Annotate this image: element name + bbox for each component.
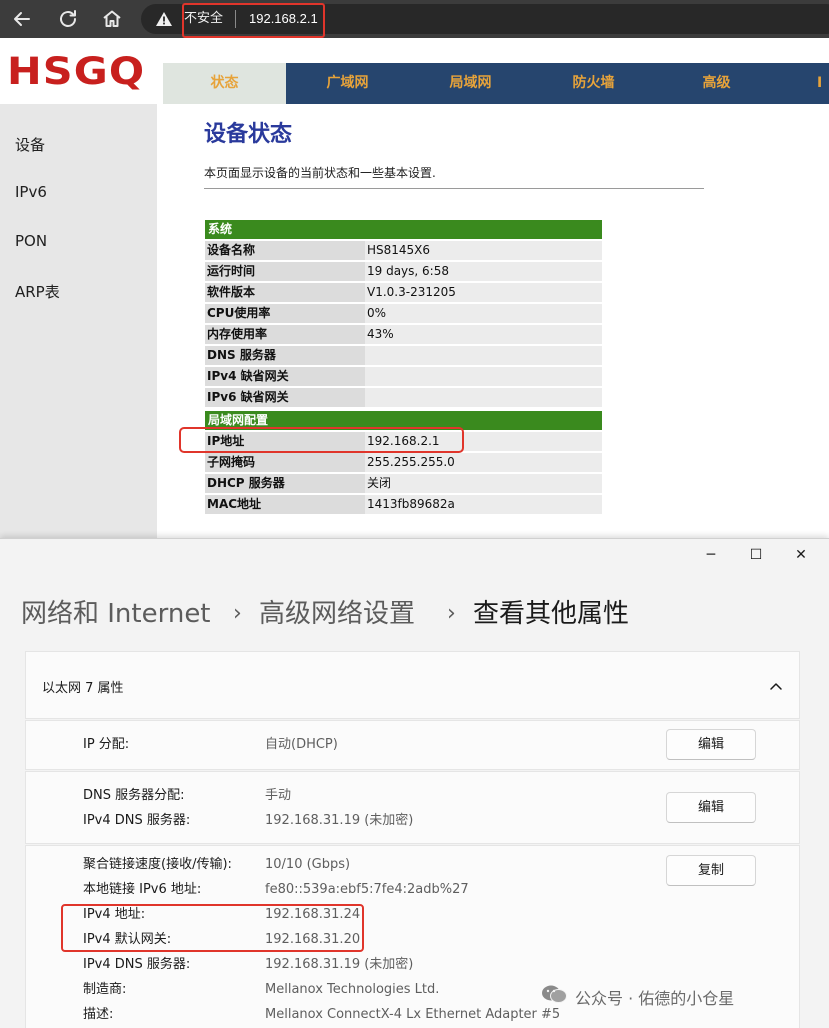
row-value: 43% — [365, 325, 602, 344]
manufacturer-label: 制造商: — [83, 982, 127, 997]
edit-ip-button[interactable]: 编辑 — [666, 729, 756, 760]
breadcrumb-network[interactable]: 网络和 Internet — [21, 597, 211, 631]
row-key: MAC地址 — [207, 497, 262, 511]
sidebar-item-device[interactable]: 设备 — [15, 134, 45, 155]
divider — [204, 188, 704, 189]
row-key: CPU使用率 — [207, 306, 271, 320]
ipv6-link-local-label: 本地链接 IPv6 地址: — [83, 882, 202, 897]
row-value: 255.255.255.0 — [365, 453, 602, 472]
warning-triangle-icon[interactable] — [155, 10, 173, 28]
table-row: 子网掩码 255.255.255.0 — [205, 453, 602, 472]
row-key: DNS 服务器 — [207, 348, 276, 362]
tab-wan[interactable]: 广域网 — [286, 63, 409, 104]
row-key: IPv4 缺省网关 — [207, 369, 289, 383]
ipv4-dns-label: IPv4 DNS 服务器: — [83, 813, 191, 828]
breadcrumb-separator: › — [447, 601, 456, 626]
dns-assignment-label: DNS 服务器分配: — [83, 788, 185, 803]
tab-lan[interactable]: 局域网 — [409, 63, 532, 104]
row-value: 0% — [365, 304, 602, 323]
row-key: 子网掩码 — [207, 455, 256, 469]
link-speed-label: 聚合链接速度(接收/传输): — [83, 857, 232, 872]
table-row: CPU使用率 0% — [205, 304, 602, 323]
sidebar-item-arp[interactable]: ARP表 — [15, 281, 60, 302]
tab-advanced[interactable]: 高级 — [655, 63, 778, 104]
table-row: MAC地址 1413fb89682a — [205, 495, 602, 514]
row-key: 设备名称 — [207, 243, 256, 257]
reload-button[interactable] — [56, 7, 80, 31]
sidebar-item-ipv6[interactable]: IPv6 — [15, 183, 47, 201]
row-key: 内存使用率 — [207, 327, 268, 341]
watermark-text: 公众号 · 佑德的小仓星 — [575, 989, 735, 1008]
home-icon — [103, 10, 121, 27]
ipv6-link-local-value: fe80::539a:ebf5:7fe4:2adb%27 — [265, 882, 469, 897]
row-value: HS8145X6 — [365, 241, 602, 260]
ip-assignment-value: 自动(DHCP) — [265, 737, 338, 752]
table-row: 设备名称 HS8145X6 — [205, 241, 602, 260]
router-sidebar: 设备 IPv6 PON ARP表 — [0, 104, 157, 538]
home-button[interactable] — [100, 7, 124, 31]
row-value: 关闭 — [365, 474, 602, 493]
logo-area: HSGQ — [0, 38, 163, 104]
url-highlight-box — [182, 3, 325, 38]
description-label: 描述: — [83, 1007, 114, 1022]
row-key: IPv6 缺省网关 — [207, 390, 289, 404]
table-row: DNS 服务器 — [205, 346, 602, 365]
manufacturer-value: Mellanox Technologies Ltd. — [265, 982, 440, 997]
chevron-up-icon[interactable] — [769, 681, 783, 691]
page-title: 设备状态 — [204, 122, 293, 147]
table-row: DHCP 服务器 关闭 — [205, 474, 602, 493]
row-value — [365, 346, 602, 365]
ipv4-dns-value: 192.168.31.19 (未加密) — [265, 957, 414, 972]
copy-button[interactable]: 复制 — [666, 855, 756, 886]
wechat-icon — [542, 985, 567, 1003]
sidebar-item-pon[interactable]: PON — [15, 232, 47, 250]
tab-firewall[interactable]: 防火墙 — [532, 63, 655, 104]
back-button[interactable] — [10, 7, 34, 31]
row-key: DHCP 服务器 — [207, 476, 285, 490]
card-title: 以太网 7 属性 — [42, 681, 124, 696]
row-value: 1413fb89682a — [365, 495, 602, 514]
tab-more[interactable]: I — [817, 63, 829, 104]
maximize-button[interactable]: ☐ — [741, 546, 771, 564]
browser-toolbar: 不安全 192.168.2.1 — [0, 0, 829, 38]
row-key: 运行时间 — [207, 264, 256, 278]
router-status-page: HSGQ 状态 广域网 局域网 防火墙 高级 I 设备 IPv6 PON ARP… — [0, 38, 829, 538]
table-row: 内存使用率 43% — [205, 325, 602, 344]
ipv4-dns-label: IPv4 DNS 服务器: — [83, 957, 191, 972]
breadcrumb-advanced[interactable]: 高级网络设置 — [259, 597, 415, 631]
row-value — [365, 388, 602, 407]
section-header-system: 系统 — [205, 220, 602, 239]
row-value: V1.0.3-231205 — [365, 283, 602, 302]
top-navigation: 状态 广域网 局域网 防火墙 高级 I — [163, 63, 829, 104]
reload-icon — [60, 10, 76, 27]
ip-address-highlight-box — [179, 427, 464, 453]
close-button[interactable]: ✕ — [786, 546, 816, 564]
minimize-button[interactable]: ─ — [696, 546, 726, 564]
link-speed-value: 10/10 (Gbps) — [265, 857, 351, 872]
dns-assignment-value: 手动 — [265, 788, 292, 803]
row-value: 19 days, 6:58 — [365, 262, 602, 281]
brand-logo[interactable]: HSGQ — [7, 50, 145, 93]
ipv4-highlight-box — [61, 904, 364, 952]
edit-dns-button[interactable]: 编辑 — [666, 792, 756, 823]
settings-window: ─ ☐ ✕ 网络和 Internet › 高级网络设置 › 查看其他属性 以太网… — [0, 538, 829, 1028]
breadcrumb-current: 查看其他属性 — [473, 599, 630, 629]
breadcrumb-separator: › — [233, 601, 242, 626]
description-value: Mellanox ConnectX-4 Lx Ethernet Adapter … — [265, 1007, 561, 1022]
tab-status[interactable]: 状态 — [163, 63, 286, 104]
table-row: 运行时间 19 days, 6:58 — [205, 262, 602, 281]
table-row: IPv4 缺省网关 — [205, 367, 602, 386]
row-key: 软件版本 — [207, 285, 256, 299]
table-row: IPv6 缺省网关 — [205, 388, 602, 407]
ip-assignment-label: IP 分配: — [83, 737, 130, 752]
row-value — [365, 367, 602, 386]
ipv4-dns-value: 192.168.31.19 (未加密) — [265, 813, 414, 828]
ethernet-properties-header[interactable]: 以太网 7 属性 — [25, 651, 800, 719]
arrow-left-icon — [14, 12, 30, 26]
page-description: 本页面显示设备的当前状态和一些基本设置. — [204, 166, 436, 180]
table-row: 软件版本 V1.0.3-231205 — [205, 283, 602, 302]
